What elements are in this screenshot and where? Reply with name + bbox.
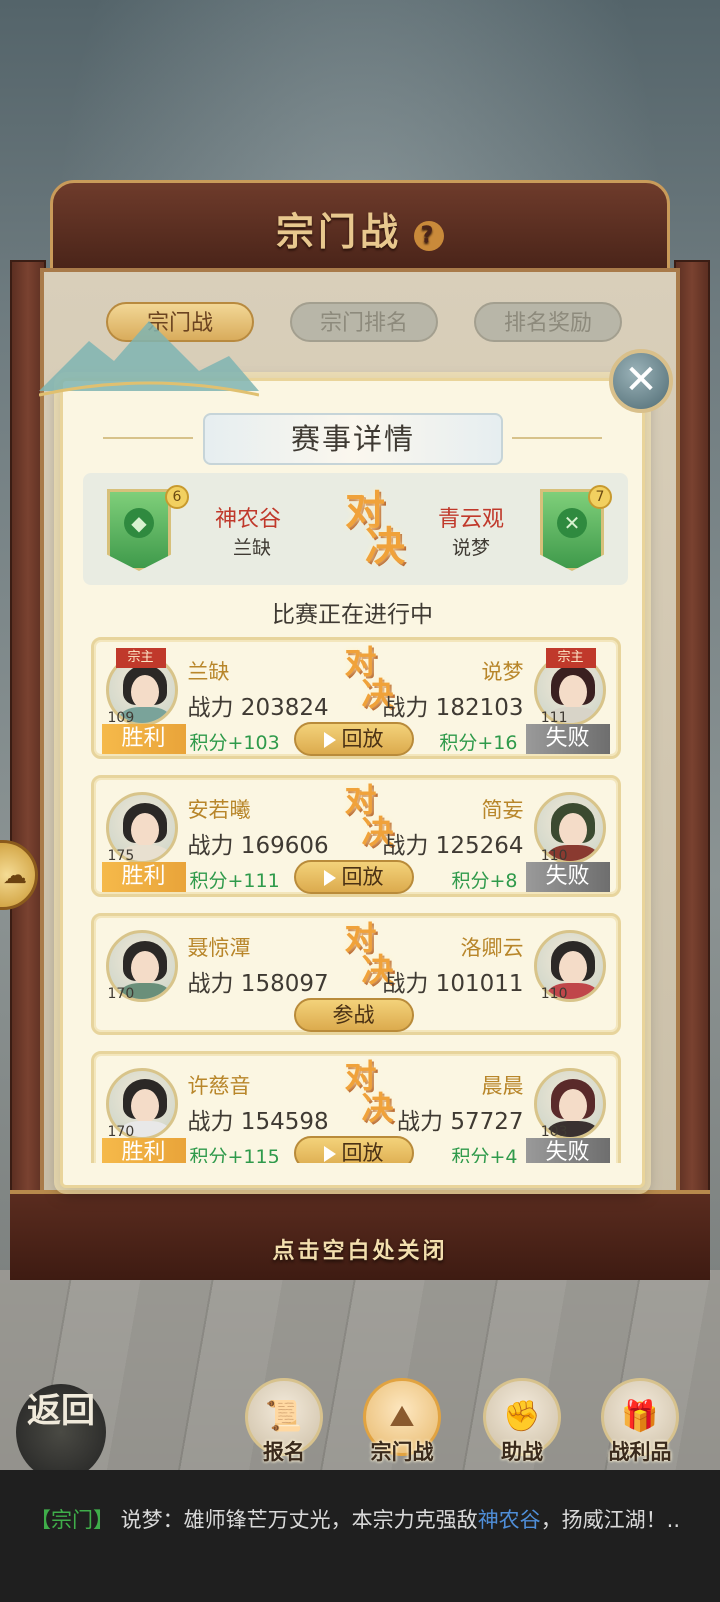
player-name: 洛卿云 (460, 936, 524, 960)
nav-register[interactable]: 📜 报名 (240, 1378, 328, 1478)
join-battle-label: 参战 (332, 1003, 375, 1027)
nav-sect-war[interactable]: ⛰ 宗门战 (358, 1378, 446, 1478)
replay-button[interactable]: 回放 (293, 722, 414, 756)
sect-versus-panel: ◆ 6 神农谷 兰缺 对 决 青云观 说梦 ✕ 7 (83, 473, 628, 585)
player-name: 简妄 (481, 798, 524, 822)
match-card: 宗主 109 胜利 兰缺 战力 203824 积分+103 对决 回放 说梦 战… (90, 637, 621, 759)
tab-sect-ranking[interactable]: 宗门排名 (290, 302, 438, 342)
chat-channel-tag: 【宗门】 (30, 1508, 114, 1532)
match-card: 170 聂惊潭 战力 158097 对决 参战 洛卿云 战力 101011 11… (90, 913, 621, 1035)
result-win-badge: 胜利 (101, 1138, 186, 1163)
power-value: 战力 182103 (382, 695, 524, 721)
close-hint[interactable]: 点击空白处关闭 (0, 1233, 720, 1265)
left-sect-banner: ◆ (107, 489, 171, 571)
result-lose-badge: 失败 (525, 1138, 610, 1163)
power-value: 战力 101011 (382, 971, 524, 997)
chat-text-end: ，扬威江湖！.. (540, 1508, 681, 1532)
power-value: 战力 158097 (187, 971, 329, 997)
title-divider-right (512, 437, 602, 439)
level-label: 170 (107, 986, 135, 1002)
right-sect-badge: 7 (588, 485, 612, 509)
play-icon (323, 870, 336, 886)
modal-title: 赛事详情 (290, 422, 415, 456)
right-sect-name: 青云观 (437, 507, 504, 532)
nav-label: 宗门战 (370, 1440, 434, 1464)
play-icon (323, 1146, 336, 1162)
modal-title-plate: 赛事详情 (203, 413, 503, 465)
points-value: 积分+16 (439, 732, 518, 754)
points-value: 积分+103 (189, 732, 280, 754)
play-icon (323, 732, 336, 748)
match-list[interactable]: 宗主 109 胜利 兰缺 战力 203824 积分+103 对决 回放 说梦 战… (83, 629, 628, 1163)
chat-highlight: 神农谷 (477, 1508, 541, 1532)
result-lose-badge: 失败 (525, 724, 610, 754)
versus-emblem: 对 决 (315, 491, 415, 571)
result-lose-badge: 失败 (525, 862, 610, 892)
chat-message: 【宗门】 说梦：雄师锋芒万丈光，本宗力克强敌神农谷，扬威江湖！.. (30, 1504, 680, 1534)
left-sect-emblem-icon: ◆ (124, 508, 154, 538)
power-value: 战力 169606 (187, 833, 329, 859)
replay-label: 回放 (341, 865, 384, 889)
result-win-badge: 胜利 (101, 862, 186, 892)
points-value: 积分+111 (189, 870, 280, 892)
player-name: 兰缺 (187, 660, 230, 684)
close-button[interactable]: ✕ (609, 349, 673, 413)
power-value: 战力 125264 (382, 833, 524, 859)
match-card: 170 胜利 许慈音 战力 154598 积分+115 对决 回放 晨晨 战力 … (90, 1051, 621, 1163)
result-win-badge: 胜利 (101, 724, 186, 754)
points-value: 积分+115 (189, 1146, 280, 1163)
replay-button[interactable]: 回放 (293, 860, 414, 894)
right-sect-leader: 说梦 (451, 537, 490, 559)
nav-label: 战利品 (608, 1440, 672, 1464)
tab-ranking-rewards[interactable]: 排名奖励 (474, 302, 622, 342)
match-details-modal: ✕ 赛事详情 ◆ 6 神农谷 兰缺 对 决 青云观 说梦 ✕ 7 比赛正在进行中… (39, 321, 673, 1188)
back-button[interactable]: 返回 (16, 1384, 106, 1480)
page-title: 宗门战 (275, 209, 402, 254)
nav-label: 报名 (263, 1440, 305, 1464)
chat-ticker[interactable]: 【宗门】 说梦：雄师锋芒万丈光，本宗力克强敌神农谷，扬威江湖！.. (0, 1470, 720, 1602)
right-sect-emblem-icon: ✕ (557, 508, 587, 538)
player-name: 许慈音 (187, 1074, 251, 1098)
nav-label: 助战 (501, 1440, 543, 1464)
level-label: 110 (540, 986, 568, 1002)
left-sect-leader: 兰缺 (233, 537, 272, 559)
join-battle-button[interactable]: 参战 (293, 998, 414, 1032)
power-value: 战力 57727 (397, 1109, 524, 1135)
title-divider-left (103, 437, 193, 439)
help-icon[interactable]: ? (414, 220, 444, 251)
leader-tag: 宗主 (545, 648, 596, 668)
replay-button[interactable]: 回放 (293, 1136, 414, 1163)
left-sect-badge: 6 (165, 485, 189, 509)
frame-header: 宗门战? (50, 180, 670, 272)
versus-emblem: 对决 (316, 1060, 406, 1130)
nav-assist[interactable]: ✊ 助战 (478, 1378, 566, 1478)
power-value: 战力 154598 (187, 1109, 329, 1135)
player-name: 安若曦 (187, 798, 251, 822)
replay-label: 回放 (341, 727, 384, 751)
player-name: 晨晨 (481, 1074, 524, 1098)
points-value: 积分+4 (451, 1146, 518, 1163)
bottom-nav: 返回 📜 报名 ⛰ 宗门战 ✊ 助战 🎁 战利品 (0, 1370, 720, 1480)
chat-text: 说梦：雄师锋芒万丈光，本宗力克强敌 (114, 1508, 478, 1532)
left-sect-name: 神农谷 (215, 507, 282, 532)
leader-tag: 宗主 (115, 648, 166, 668)
nav-loot[interactable]: 🎁 战利品 (596, 1378, 684, 1478)
replay-label: 回放 (341, 1141, 384, 1163)
mountain-decoration-icon (39, 321, 259, 397)
player-name: 说梦 (481, 660, 524, 684)
match-card: 175 胜利 安若曦 战力 169606 积分+111 对决 回放 简妄 战力 … (90, 775, 621, 897)
power-value: 战力 203824 (187, 695, 329, 721)
player-name: 聂惊潭 (187, 936, 251, 960)
points-value: 积分+8 (451, 870, 518, 892)
match-status: 比赛正在进行中 (272, 602, 433, 628)
